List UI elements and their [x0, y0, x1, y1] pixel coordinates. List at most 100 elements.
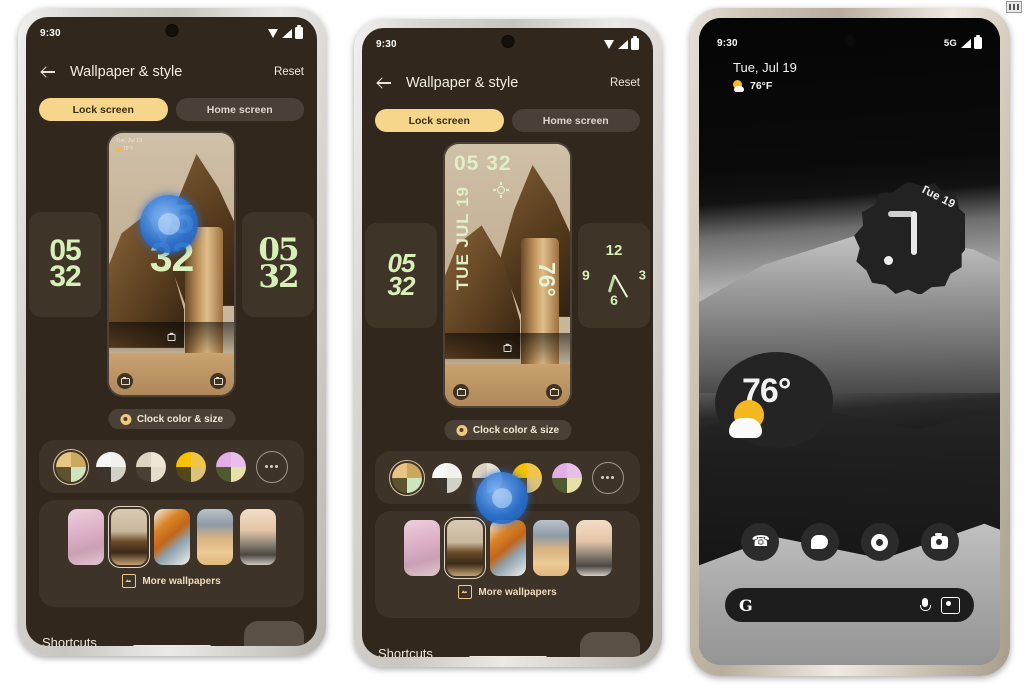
color-swatches [39, 440, 304, 493]
clock-color-size-button[interactable]: Clock color & size [107, 409, 236, 429]
nav-bar-pill[interactable] [468, 656, 547, 657]
clock-style-left[interactable]: 05 32 [29, 211, 101, 317]
phone-1: 9:30 Wallpaper & style Reset Lock screen… [18, 8, 326, 656]
screen-mode-tabs: Lock screen Home screen [362, 109, 653, 132]
wifi-icon [604, 39, 615, 49]
clock-widget-hour-hand [887, 211, 913, 217]
numeral-9: 9 [582, 267, 590, 283]
battery-icon [295, 25, 303, 39]
home-screen-wallpaper [699, 18, 1000, 665]
wallpaper-pink-dunes[interactable] [67, 509, 104, 565]
swatch-tan-selected[interactable] [52, 448, 89, 485]
at-a-glance-date[interactable]: Tue, Jul 19 [733, 60, 797, 75]
fingerprint-icon [163, 329, 180, 346]
swatch-yellow[interactable] [175, 451, 206, 482]
dock-chrome[interactable] [860, 523, 899, 561]
preview-weather: 76°F [116, 146, 134, 152]
lockscreen-shortcut-camera[interactable] [210, 373, 226, 389]
clock-color-size-label: Clock color & size [472, 424, 560, 436]
phone-1-screen: 9:30 Wallpaper & style Reset Lock screen… [26, 17, 317, 646]
wallpaper-rocks-selected[interactable] [443, 517, 486, 579]
signal-icon [618, 39, 628, 49]
numeral-3: 3 [638, 267, 646, 283]
app-bar: Wallpaper & style Reset [26, 55, 317, 89]
wallpaper-desert-dunes[interactable] [532, 520, 569, 576]
wallpaper-pink-dunes[interactable] [403, 520, 440, 576]
sun-icon [493, 182, 509, 198]
clock-style-right-analog[interactable]: 12 3 6 9 [578, 222, 650, 328]
preview-clock-time: 05 32 [454, 152, 512, 175]
google-lens-icon[interactable] [941, 596, 960, 614]
clock-style-left[interactable]: 05 32 [365, 222, 437, 328]
status-bar: 9:30 5G [699, 32, 1000, 54]
phone-icon: ☎ [751, 533, 771, 550]
image-frame-icon [458, 585, 473, 599]
more-wallpapers-button[interactable]: More wallpapers [39, 574, 304, 588]
search-bar-icons [920, 596, 960, 614]
lockscreen-shortcut-left[interactable] [117, 373, 133, 389]
color-swatches [375, 451, 640, 504]
tab-lock-screen[interactable]: Lock screen [39, 98, 168, 121]
more-colors-button[interactable] [255, 450, 288, 483]
dock-phone[interactable]: ☎ [740, 523, 779, 561]
swatch-white[interactable] [95, 451, 126, 482]
preview-date-vertical: TUE JUL 19 [453, 186, 472, 291]
swatch-beige[interactable] [471, 462, 502, 493]
reset-button[interactable]: Reset [274, 66, 304, 78]
clock-widget-dot [884, 255, 894, 265]
wallpaper-panel: More wallpapers [39, 500, 304, 607]
color-swatch-panel [375, 451, 640, 504]
wallpaper-orange-abstract[interactable] [489, 520, 526, 576]
swatch-violet[interactable] [551, 462, 582, 493]
shortcut-preview-card[interactable] [244, 621, 304, 646]
more-wallpapers-button[interactable]: More wallpapers [375, 585, 640, 599]
fingerprint-icon [499, 340, 516, 357]
back-arrow-icon[interactable] [39, 63, 57, 81]
clock-widget-minute-hand [911, 211, 917, 256]
weather-widget[interactable]: 76° [715, 352, 833, 448]
lock-screen-preview[interactable]: 05 32 TUE JUL 19 76° [445, 144, 570, 406]
clock-style-right[interactable]: 05 32 [242, 211, 314, 317]
swatch-yellow[interactable] [511, 462, 542, 493]
tab-lock-screen[interactable]: Lock screen [375, 109, 504, 132]
microphone-icon[interactable] [920, 597, 931, 613]
dock-messages[interactable] [800, 523, 839, 561]
lockscreen-shortcut-camera[interactable] [546, 384, 562, 400]
wallpaper-orange-abstract[interactable] [153, 509, 190, 565]
phone-3: 9:30 5G Tue, Jul 19 76°F Tue 19 76° ☎ G [690, 8, 1010, 676]
wallpaper-cityscape[interactable] [575, 520, 612, 576]
lock-screen-preview[interactable]: Tue, Jul 19 76°F 05 32 [109, 133, 234, 395]
shortcut-preview-card[interactable] [580, 632, 640, 657]
wallpaper-cityscape[interactable] [239, 509, 276, 565]
wallpaper-panel: More wallpapers [375, 511, 640, 618]
gear-icon [455, 424, 467, 436]
status-icons [604, 36, 639, 50]
numeral-12: 12 [605, 242, 623, 259]
phone-2: 9:30 Wallpaper & style Reset Lock screen… [354, 19, 662, 667]
google-search-bar[interactable]: G [725, 588, 974, 622]
back-arrow-icon[interactable] [375, 74, 393, 92]
reset-button[interactable]: Reset [610, 77, 640, 89]
wallpaper-rocks-selected[interactable] [107, 506, 150, 568]
more-colors-button[interactable] [591, 461, 624, 494]
tab-home-screen[interactable]: Home screen [511, 109, 640, 132]
google-g-logo: G [739, 595, 753, 615]
nav-bar-pill[interactable] [132, 645, 211, 646]
swatch-violet[interactable] [215, 451, 246, 482]
sun-cloud-icon [733, 80, 745, 92]
clock-color-size-button[interactable]: Clock color & size [443, 420, 572, 440]
dock-camera[interactable] [920, 523, 959, 561]
swatch-white[interactable] [431, 462, 462, 493]
battery-icon [974, 35, 982, 49]
clock-style-carousel: 05 32 05 32 TUE JUL 19 76° 12 3 6 9 [362, 140, 653, 410]
at-a-glance-weather[interactable]: 76°F [733, 80, 772, 92]
clock-left-glyph: 05 32 [387, 248, 416, 301]
swatch-beige[interactable] [135, 451, 166, 482]
lockscreen-shortcut-left[interactable] [453, 384, 469, 400]
preview-date: Tue, Jul 19 [116, 138, 143, 144]
status-time: 9:30 [40, 27, 61, 39]
swatch-tan-selected[interactable] [388, 459, 425, 496]
wallpaper-desert-dunes[interactable] [196, 509, 233, 565]
tab-home-screen[interactable]: Home screen [175, 98, 304, 121]
clock-color-size-label: Clock color & size [136, 413, 224, 425]
